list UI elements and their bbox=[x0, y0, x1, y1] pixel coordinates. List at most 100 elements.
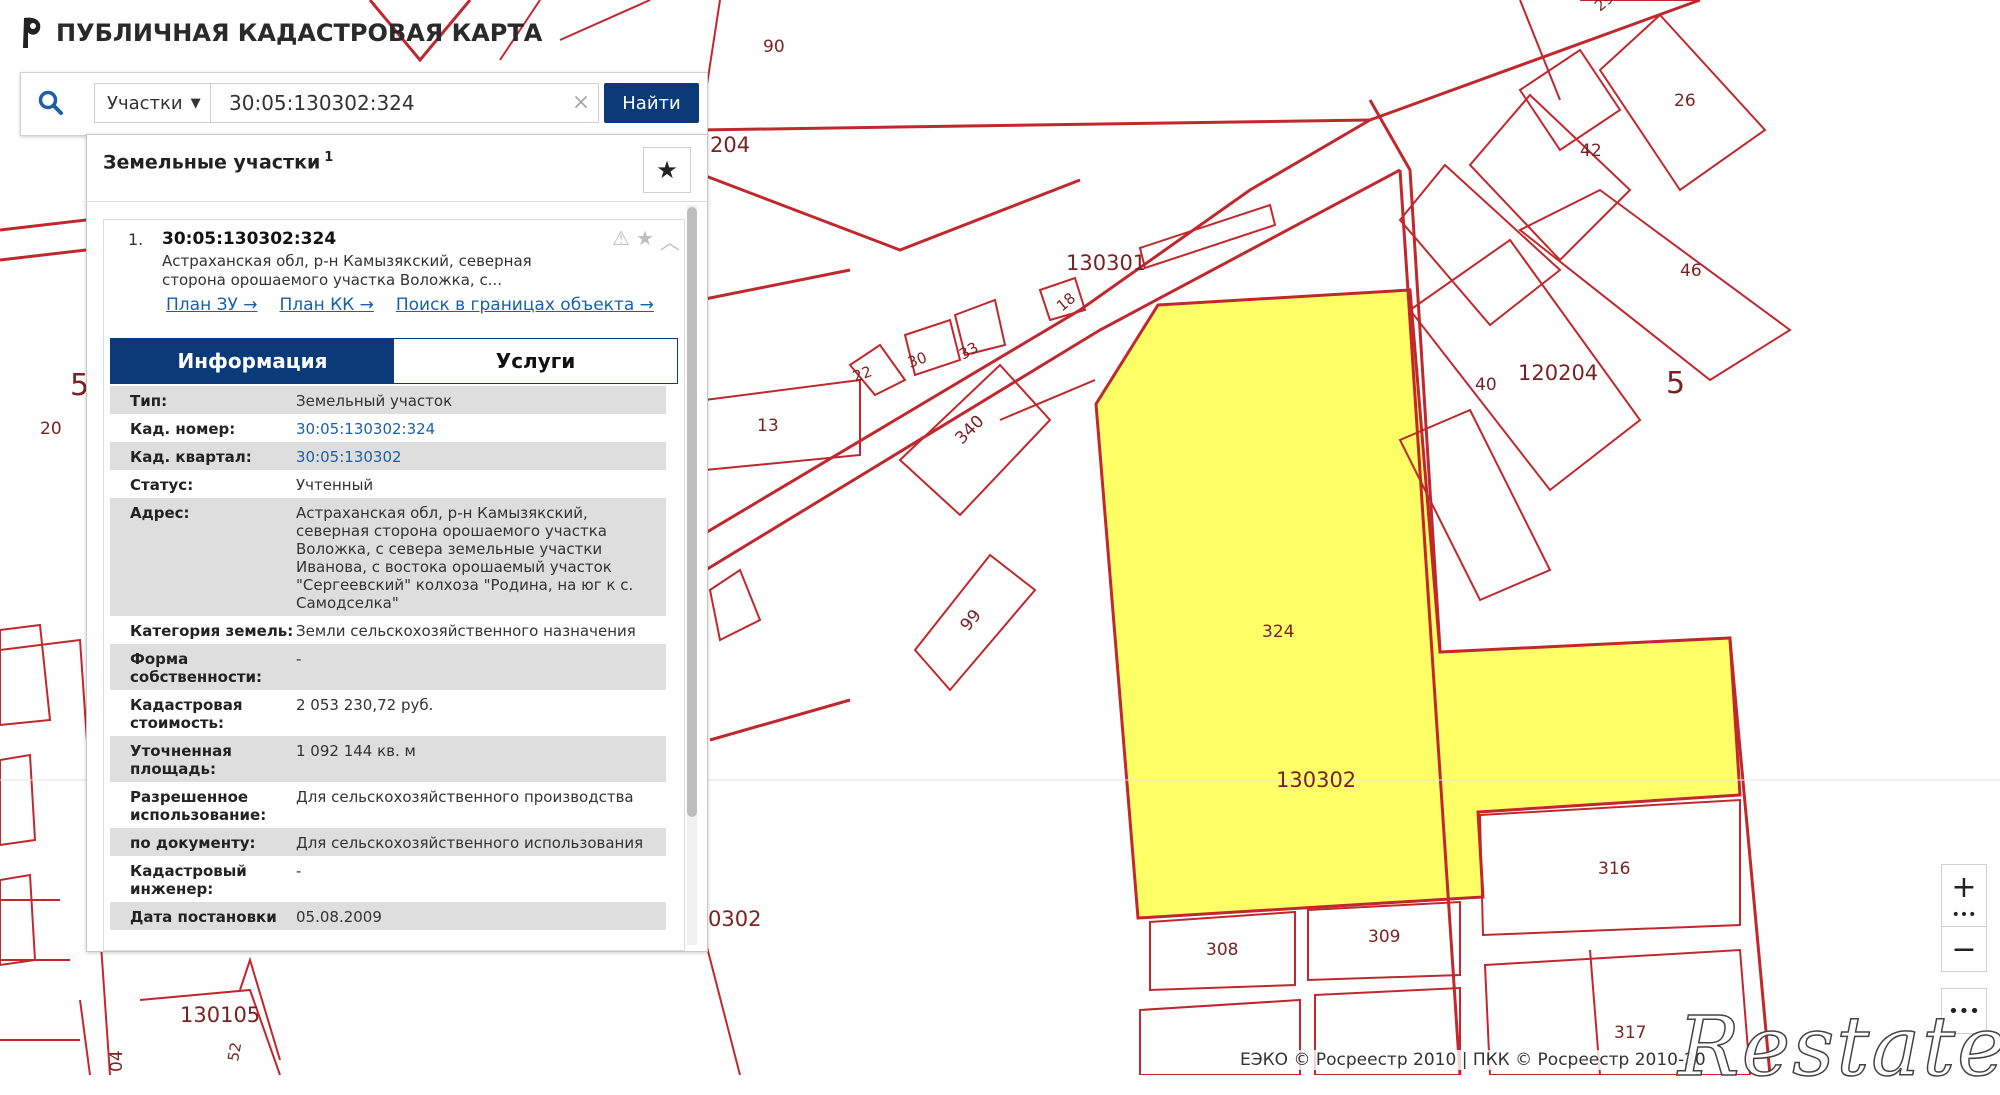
tab-bar: Информация Услуги bbox=[110, 338, 678, 384]
map-label: 317 bbox=[1614, 1023, 1646, 1043]
map-label: 324 bbox=[1262, 622, 1294, 642]
map-label: 90 bbox=[763, 37, 785, 57]
info-row-type: Тип: Земельный участок bbox=[110, 386, 666, 414]
info-label: по документу: bbox=[130, 834, 256, 852]
info-value: - bbox=[296, 862, 302, 880]
info-table: Тип: Земельный участок Кад. номер: 30:05… bbox=[110, 386, 666, 930]
map-label: 309 bbox=[1368, 927, 1400, 947]
search-type-select[interactable]: Участки ▼ bbox=[94, 83, 211, 123]
info-row-cad-quarter: Кад. квартал: 30:05:130302 bbox=[110, 442, 666, 470]
info-row-permitted-use: Разрешенное использование: Для сельскохо… bbox=[110, 782, 666, 828]
map-label: 20 bbox=[40, 419, 62, 439]
star-icon: ★ bbox=[656, 156, 678, 184]
map-label: 308 bbox=[1206, 940, 1238, 960]
result-actions: ⚠ ★ ︿ bbox=[612, 226, 680, 255]
map-label: 5 bbox=[1666, 366, 1685, 401]
info-row-status: Статус: Учтенный bbox=[110, 470, 666, 498]
tab-information[interactable]: Информация bbox=[111, 339, 394, 383]
find-button[interactable]: Найти bbox=[604, 83, 699, 123]
map-label: 204 bbox=[710, 133, 750, 157]
result-cad-number[interactable]: 30:05:130302:324 bbox=[162, 229, 336, 249]
link-plan-zu[interactable]: План ЗУ → bbox=[166, 295, 258, 315]
info-label: Категория земель: bbox=[130, 622, 294, 640]
info-value: 1 092 144 кв. м bbox=[296, 742, 416, 760]
app-header: ПУБЛИЧНАЯ КАДАСТРОВАЯ КАРТА bbox=[20, 16, 542, 50]
warning-icon[interactable]: ⚠ bbox=[612, 226, 630, 255]
cad-quarter-link[interactable]: 30:05:130302 bbox=[296, 448, 666, 466]
panel-title: Земельные участки 1 bbox=[103, 150, 333, 173]
favorites-button[interactable]: ★ bbox=[643, 147, 691, 193]
chevron-down-icon: ▼ bbox=[190, 95, 201, 111]
map-label: 13 bbox=[757, 416, 779, 436]
info-row-cad-value: Кадастровая стоимость: 2 053 230,72 руб. bbox=[110, 690, 666, 736]
info-value: 2 053 230,72 руб. bbox=[296, 696, 434, 714]
info-row-address: Адрес: Астраханская обл, р-н Камызякский… bbox=[110, 498, 666, 616]
map-label: 40 bbox=[1475, 375, 1497, 395]
results-panel: Земельные участки 1 ★ 1. 30:05:130302:324… bbox=[86, 134, 708, 952]
zoom-level-indicator: ••• bbox=[1941, 908, 1987, 926]
search-icon[interactable] bbox=[31, 83, 71, 123]
cad-number-link[interactable]: 30:05:130302:324 bbox=[296, 420, 666, 438]
info-label: Дата постановки bbox=[130, 908, 277, 926]
panel-title-text: Земельные участки bbox=[103, 151, 321, 174]
map-attribution: ЕЭКО © Росреестр 2010 | ПКК © Росреестр … bbox=[1236, 1050, 1710, 1070]
info-label: Адрес: bbox=[130, 504, 190, 522]
zoom-out-button[interactable]: − bbox=[1941, 926, 1987, 972]
panel-header: Земельные участки 1 ★ bbox=[87, 135, 707, 202]
result-address: Астраханская обл, р-н Камызякский, север… bbox=[162, 252, 532, 289]
map-label: 04 bbox=[107, 1050, 127, 1072]
search-input[interactable] bbox=[211, 83, 599, 123]
map-label: 0302 bbox=[708, 907, 761, 931]
info-label: Кадастровый инженер: bbox=[130, 862, 247, 898]
info-label: Разрешенное использование: bbox=[130, 788, 267, 824]
info-value: Учтенный bbox=[296, 476, 374, 494]
rosreestr-logo-icon bbox=[23, 17, 41, 48]
info-row-cad-number: Кад. номер: 30:05:130302:324 bbox=[110, 414, 666, 442]
watermark: Restate bbox=[1677, 999, 2000, 1095]
result-links: План ЗУ → План КК → Поиск в границах объ… bbox=[166, 295, 654, 315]
info-label: Кад. квартал: bbox=[130, 448, 252, 466]
info-value: Земельный участок bbox=[296, 392, 453, 410]
map-label: 316 bbox=[1598, 859, 1630, 879]
info-label: Тип: bbox=[130, 392, 168, 410]
info-value: 05.08.2009 bbox=[296, 908, 382, 926]
zoom-in-button[interactable]: + bbox=[1941, 864, 1987, 910]
map-label: 42 bbox=[1580, 141, 1602, 161]
map-label: 46 bbox=[1680, 261, 1702, 281]
chevron-up-icon[interactable]: ︿ bbox=[660, 226, 680, 255]
link-plan-kk[interactable]: План КК → bbox=[280, 295, 374, 315]
info-row-land-category: Категория земель: Земли сельскохозяйстве… bbox=[110, 616, 666, 644]
star-icon[interactable]: ★ bbox=[636, 226, 654, 255]
panel-scrollbar[interactable] bbox=[687, 205, 697, 945]
info-value: Астраханская обл, р-н Камызякский, север… bbox=[296, 504, 634, 612]
info-row-area: Уточненная площадь: 1 092 144 кв. м bbox=[110, 736, 666, 782]
info-label: Кадастровая стоимость: bbox=[130, 696, 243, 732]
info-value: - bbox=[296, 650, 302, 668]
info-label: Статус: bbox=[130, 476, 194, 494]
close-icon[interactable]: × bbox=[566, 87, 596, 117]
tab-services[interactable]: Услуги bbox=[394, 339, 677, 383]
map-label: 130105 bbox=[180, 1003, 260, 1027]
info-value: Для сельскохозяйственного использования bbox=[296, 834, 644, 852]
scrollbar-thumb[interactable] bbox=[687, 207, 697, 817]
result-card: 1. 30:05:130302:324 Астраханская обл, р-… bbox=[103, 219, 685, 951]
info-row-ownership: Форма собственности: - bbox=[110, 644, 666, 690]
link-search-within[interactable]: Поиск в границах объекта → bbox=[396, 295, 654, 315]
info-value: Земли сельскохозяйственного назначения bbox=[296, 622, 636, 640]
info-label: Кад. номер: bbox=[130, 420, 236, 438]
map-label: 52 bbox=[224, 1041, 245, 1063]
map-label: 120204 bbox=[1518, 361, 1598, 385]
map-label: 130301 bbox=[1066, 251, 1146, 275]
info-label: Форма собственности: bbox=[130, 650, 263, 686]
map-label: 26 bbox=[1674, 91, 1696, 111]
result-index: 1. bbox=[128, 230, 144, 249]
map-label: 130302 bbox=[1276, 768, 1356, 792]
info-label: Уточненная площадь: bbox=[130, 742, 232, 778]
search-bar: Участки ▼ × Найти bbox=[20, 72, 708, 136]
search-type-label: Участки bbox=[107, 92, 183, 114]
app-title: ПУБЛИЧНАЯ КАДАСТРОВАЯ КАРТА bbox=[56, 19, 543, 47]
info-row-registration-date: Дата постановки 05.08.2009 bbox=[110, 902, 666, 930]
info-row-by-document: по документу: Для сельскохозяйственного … bbox=[110, 828, 666, 856]
info-row-engineer: Кадастровый инженер: - bbox=[110, 856, 666, 902]
results-count: 1 bbox=[324, 150, 334, 165]
